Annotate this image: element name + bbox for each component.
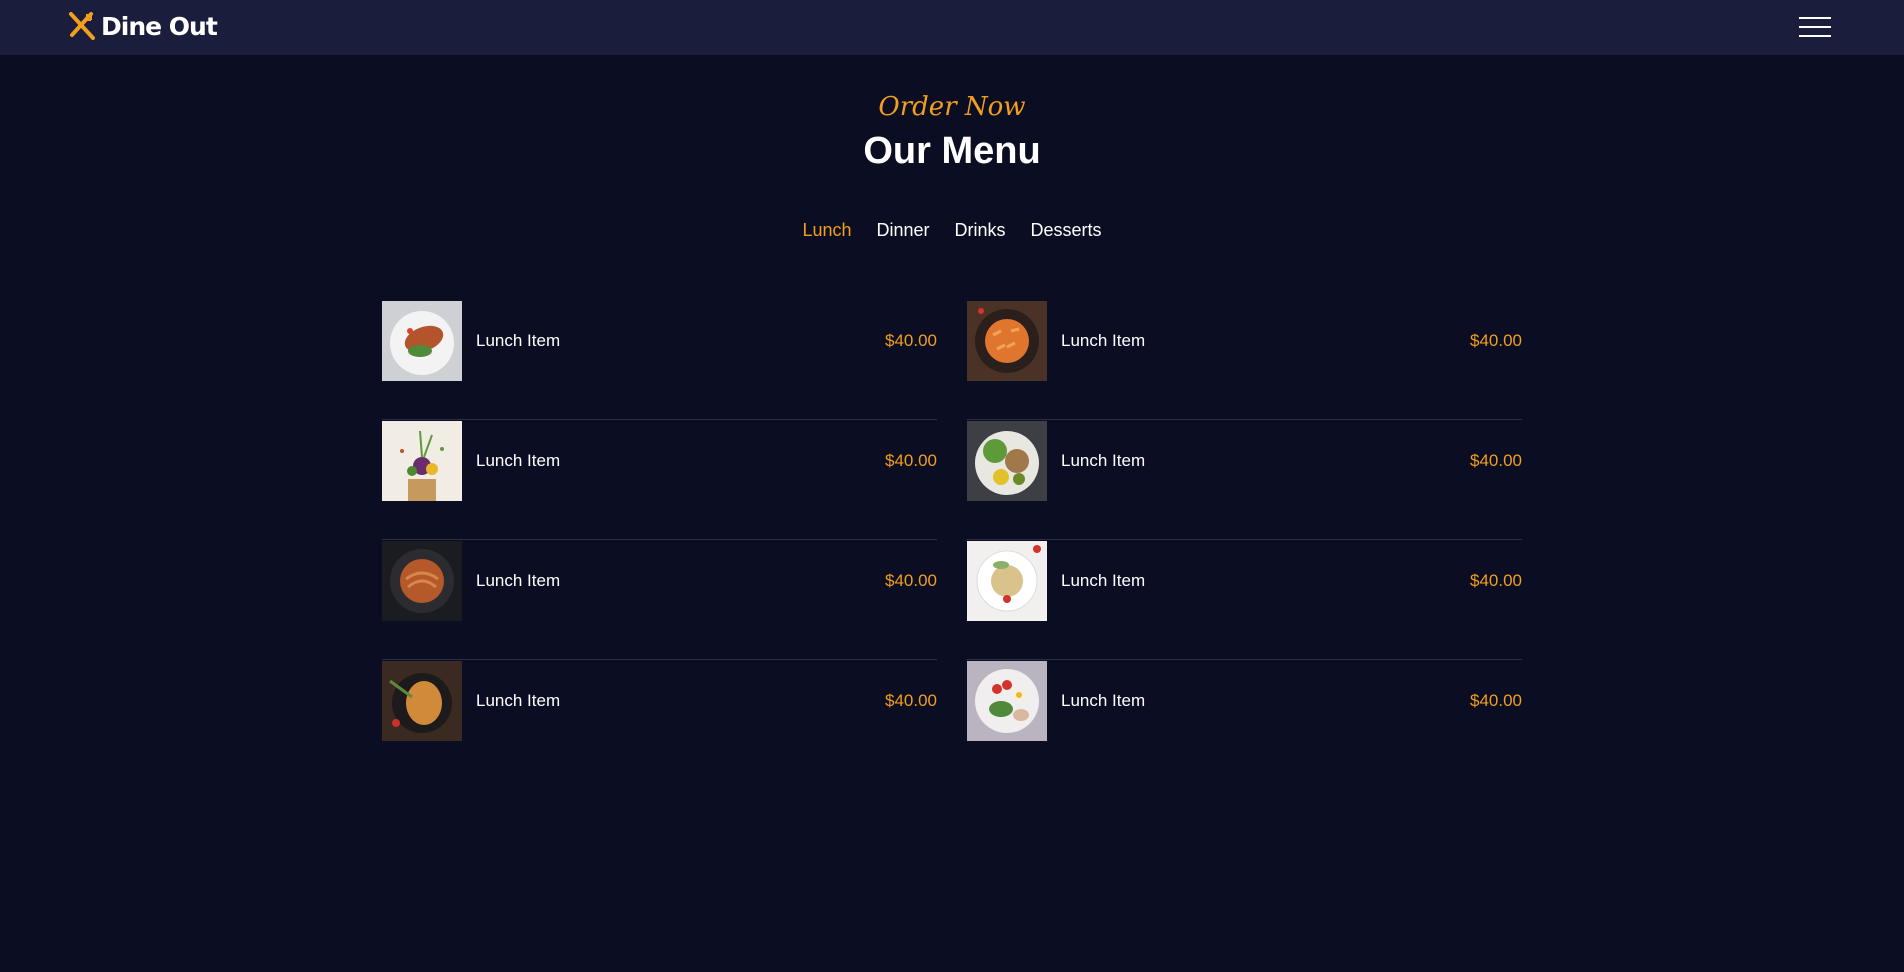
item-name: Lunch Item [476, 451, 561, 470]
logo[interactable]: Dine Out [66, 11, 218, 41]
food-image-vegetables [382, 421, 462, 501]
menu-item[interactable]: Lunch Item $40.00 [967, 420, 1522, 540]
item-price: $40.00 [1470, 451, 1522, 470]
item-price: $40.00 [885, 571, 937, 590]
item-price: $40.00 [885, 691, 937, 710]
item-price: $40.00 [1470, 571, 1522, 590]
food-image-penne [967, 301, 1047, 381]
item-price: $40.00 [1470, 331, 1522, 350]
menu-column-right: Lunch Item $40.00 Lunch Item $40.00 Lunc… [967, 300, 1522, 780]
section-eyebrow: Order Now [878, 92, 1026, 122]
item-name: Lunch Item [1061, 451, 1146, 470]
tab-desserts[interactable]: Desserts [1031, 218, 1102, 243]
food-image-rice-plate [967, 541, 1047, 621]
item-name: Lunch Item [476, 331, 561, 350]
menu-item[interactable]: Lunch Item $40.00 [967, 540, 1522, 660]
menu-item[interactable]: Lunch Item $40.00 [382, 660, 937, 780]
item-name: Lunch Item [476, 571, 561, 590]
navbar: Dine Out [0, 0, 1904, 55]
menu-item[interactable]: Lunch Item $40.00 [382, 420, 937, 540]
item-price: $40.00 [1470, 691, 1522, 710]
food-image-egg-salad [967, 661, 1047, 741]
item-name: Lunch Item [1061, 331, 1146, 350]
tab-lunch[interactable]: Lunch [802, 218, 851, 243]
item-name: Lunch Item [476, 691, 561, 710]
fork-knife-icon [69, 12, 95, 40]
menu-column-left: Lunch Item $40.00 Lunch Item $40.00 Lunc… [382, 300, 937, 780]
hamburger-icon[interactable] [1799, 16, 1831, 38]
menu-item[interactable]: Lunch Item $40.00 [967, 300, 1522, 420]
tab-dinner[interactable]: Dinner [876, 218, 929, 243]
menu-tabs: Lunch Dinner Drinks Desserts [0, 218, 1904, 243]
menu-item[interactable]: Lunch Item $40.00 [382, 300, 937, 420]
item-name: Lunch Item [1061, 691, 1146, 710]
section-title: Our Menu [863, 130, 1041, 172]
food-image-salad-bowl [967, 421, 1047, 501]
brand-name: Dine Out [101, 11, 218, 41]
menu-item[interactable]: Lunch Item $40.00 [382, 540, 937, 660]
item-price: $40.00 [885, 331, 937, 350]
food-image-noodles [382, 541, 462, 621]
item-name: Lunch Item [1061, 571, 1146, 590]
tab-drinks[interactable]: Drinks [955, 218, 1006, 243]
food-image-roast-chicken [382, 661, 462, 741]
food-image-grilled-fish [382, 301, 462, 381]
menu-item[interactable]: Lunch Item $40.00 [967, 660, 1522, 780]
item-price: $40.00 [885, 451, 937, 470]
